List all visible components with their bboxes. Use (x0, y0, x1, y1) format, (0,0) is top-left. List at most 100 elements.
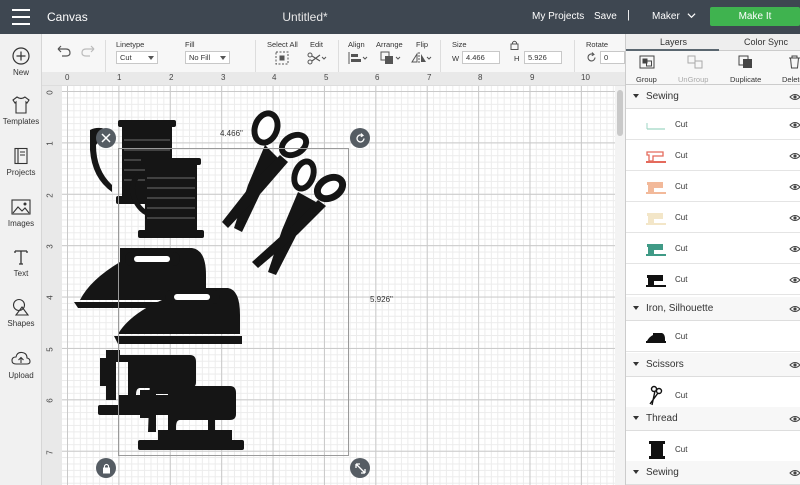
ruler-tick-label: 3 (45, 244, 55, 249)
selection-bounding-box[interactable] (118, 148, 349, 456)
collapse-triangle-icon[interactable] (633, 470, 639, 474)
tab-color-sync[interactable]: Color Sync (744, 37, 788, 47)
duplicate-button[interactable]: Duplicate (730, 75, 761, 84)
document-title[interactable]: Untitled* (0, 10, 610, 24)
eye-icon[interactable] (789, 415, 800, 423)
sidebar-item-upload[interactable]: Upload (0, 350, 42, 380)
collapse-triangle-icon[interactable] (633, 416, 639, 420)
sidebar-label: New (12, 68, 29, 77)
ruler-tick-label: 0 (65, 73, 70, 82)
flip-icon[interactable] (411, 51, 433, 65)
linetype-value: Cut (120, 53, 132, 62)
rotate-input[interactable]: 0 (600, 51, 625, 64)
eye-icon[interactable] (789, 121, 800, 129)
duplicate-icon[interactable] (738, 55, 754, 69)
rotate-icon (587, 52, 596, 62)
layer-row[interactable]: Cut (626, 233, 800, 264)
group-icon[interactable] (639, 55, 655, 69)
edit-scissors-icon[interactable] (307, 51, 327, 65)
sidebar-label: Projects (6, 168, 36, 177)
ruler-tick-label: 7 (427, 73, 432, 82)
ruler-tick-label: 6 (375, 73, 380, 82)
sidebar-item-images[interactable]: Images (0, 198, 42, 228)
collapse-triangle-icon[interactable] (633, 362, 639, 366)
layer-row[interactable]: Cut (626, 202, 800, 233)
ruler-tick-label: 8 (478, 73, 483, 82)
lock-handle[interactable] (96, 458, 116, 478)
eye-icon[interactable] (789, 276, 800, 284)
trash-icon[interactable] (788, 55, 800, 69)
ruler-tick-label: 3 (221, 73, 226, 82)
selection-width-label: 4.466" (220, 129, 243, 138)
layer-group-scissors[interactable]: Scissors (626, 353, 800, 377)
my-projects-link[interactable]: My Projects (532, 11, 584, 22)
eye-icon[interactable] (789, 152, 800, 160)
lock-icon[interactable] (510, 40, 519, 50)
linetype-select[interactable]: Cut (116, 51, 158, 64)
resize-handle[interactable] (350, 458, 370, 478)
delete-button[interactable]: Delete (782, 75, 800, 84)
layer-row[interactable]: Cut (626, 321, 800, 352)
sewing-machine-thumbnail-icon (646, 151, 666, 163)
layer-row[interactable]: Cut (626, 140, 800, 171)
save-link[interactable]: Save (594, 11, 617, 22)
cloud-upload-icon (11, 351, 31, 365)
sidebar-item-new[interactable]: New (0, 47, 42, 77)
fill-label: Fill (185, 40, 195, 49)
group-button[interactable]: Group (636, 75, 657, 84)
left-sidebar: New Templates Projects Images Text Shape… (0, 34, 42, 485)
rotate-label: Rotate (586, 40, 609, 49)
projects-icon (14, 147, 28, 165)
align-icon[interactable] (348, 51, 368, 65)
scrollbar-thumb[interactable] (617, 90, 623, 136)
layer-group-sewing-2[interactable]: Sewing (626, 461, 800, 485)
ruler-corner (42, 72, 62, 85)
delete-handle[interactable] (96, 128, 116, 148)
eye-icon[interactable] (789, 361, 800, 369)
width-input[interactable]: 4.466 (462, 51, 500, 64)
make-it-button[interactable]: Make It (710, 7, 800, 26)
arrange-icon[interactable] (380, 51, 402, 65)
collapse-triangle-icon[interactable] (633, 94, 639, 98)
shapes-icon (12, 298, 30, 316)
layer-group-iron[interactable]: Iron, Silhouette (626, 297, 800, 321)
flip-label: Flip (416, 40, 429, 49)
select-all-icon[interactable] (275, 51, 289, 65)
ungroup-icon[interactable] (687, 55, 703, 69)
layer-label: Cut (675, 391, 688, 400)
rotate-handle[interactable] (350, 128, 370, 148)
vertical-scrollbar[interactable] (615, 86, 625, 485)
text-icon (14, 250, 28, 265)
machine-select[interactable]: Maker (652, 11, 680, 22)
collapse-triangle-icon[interactable] (633, 306, 639, 310)
ungroup-button[interactable]: UnGroup (678, 75, 708, 84)
sidebar-label: Shapes (7, 319, 35, 328)
eye-icon[interactable] (789, 183, 800, 191)
sewing-machine-thumbnail-icon (646, 213, 666, 225)
layer-list: Sewing Cut Cut Cut Cut Cut Cut Iron, Sil… (626, 85, 800, 485)
sewing-machine-thumbnail-icon (646, 275, 666, 287)
eye-icon[interactable] (789, 214, 800, 222)
tab-layers[interactable]: Layers (660, 37, 687, 47)
height-input[interactable]: 5.926 (524, 51, 562, 64)
redo-icon[interactable] (80, 44, 96, 57)
chevron-down-icon[interactable] (687, 11, 696, 20)
layer-row[interactable]: Cut (626, 264, 800, 295)
sidebar-item-projects[interactable]: Projects (0, 147, 42, 177)
sidebar-item-shapes[interactable]: Shapes (0, 298, 42, 328)
layer-row[interactable]: Cut (626, 171, 800, 202)
layer-row[interactable]: Cut (626, 109, 800, 140)
sidebar-label: Text (13, 269, 29, 278)
layer-group-thread[interactable]: Thread (626, 407, 800, 431)
layer-group-sewing[interactable]: Sewing (626, 85, 800, 109)
sidebar-item-templates[interactable]: Templates (0, 96, 42, 126)
layer-label: Cut (675, 332, 688, 341)
fill-select[interactable]: No Fill (185, 51, 230, 64)
eye-icon[interactable] (789, 93, 800, 101)
sidebar-item-text[interactable]: Text (0, 248, 42, 278)
undo-icon[interactable] (56, 44, 72, 57)
eye-icon[interactable] (789, 305, 800, 313)
align-label: Align (348, 40, 365, 49)
eye-icon[interactable] (789, 245, 800, 253)
eye-icon[interactable] (789, 469, 800, 477)
